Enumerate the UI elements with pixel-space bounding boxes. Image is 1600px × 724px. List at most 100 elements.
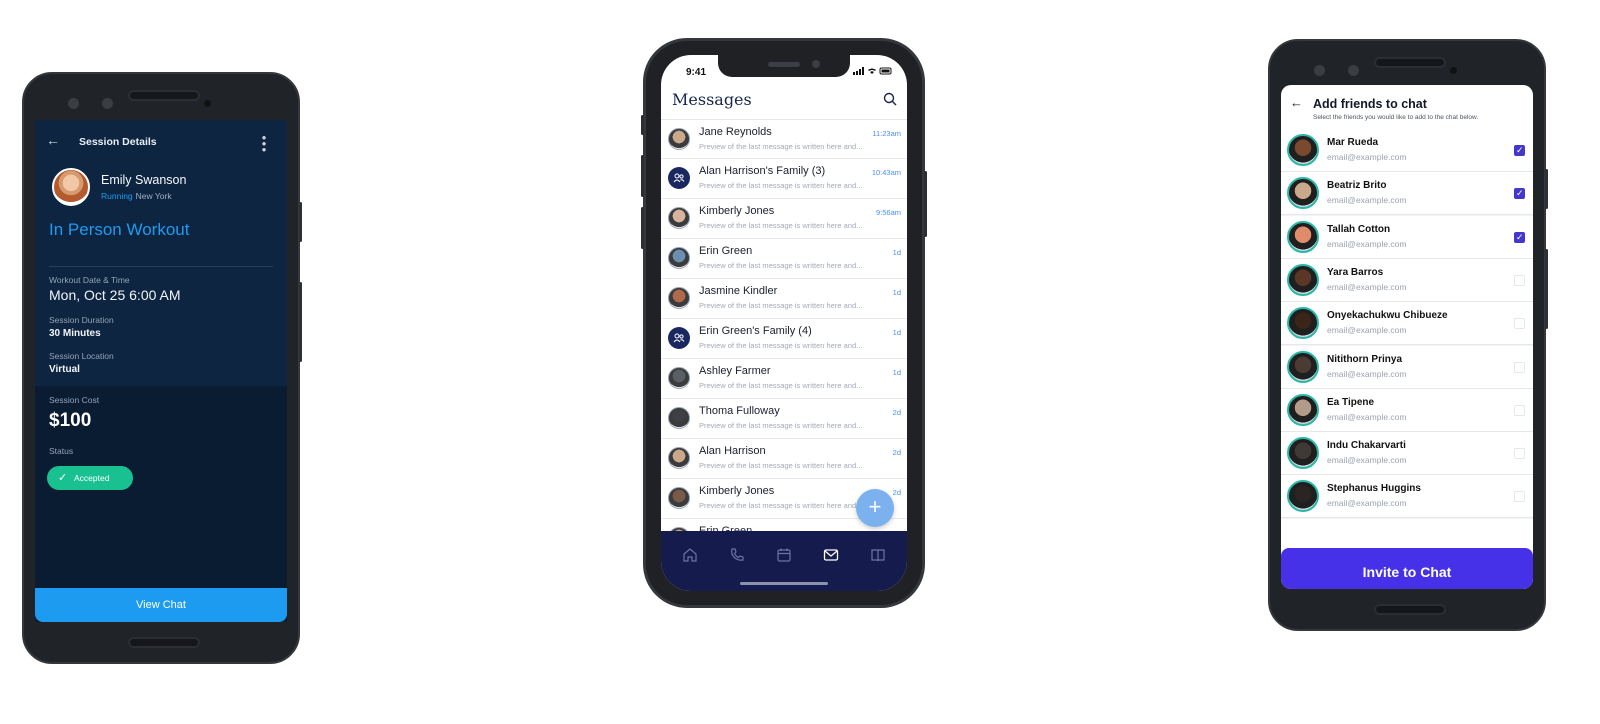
more-options-icon[interactable]: • • • <box>261 131 267 156</box>
friend-row[interactable]: Onyekachukwu Chibueze email@example.com <box>1281 302 1533 346</box>
friend-row[interactable]: Beatriz Brito email@example.com <box>1281 172 1533 216</box>
friend-avatar <box>1287 220 1319 253</box>
divider <box>49 266 273 267</box>
bottom-nav <box>661 531 907 591</box>
conversation-time: 1d <box>892 328 901 337</box>
conversation-name: Alan Harrison <box>699 445 766 457</box>
friend-row[interactable]: Yara Barros email@example.com <box>1281 258 1533 302</box>
friend-checkbox[interactable] <box>1514 231 1525 243</box>
notch-speaker <box>768 62 800 67</box>
friend-row[interactable]: Stephanus Huggins email@example.com <box>1281 475 1533 519</box>
page-title: Add friends to chat <box>1313 97 1427 111</box>
volume-button <box>1545 169 1548 209</box>
friend-email: email@example.com <box>1327 281 1407 292</box>
conversation-preview: Preview of the last message is written h… <box>699 501 863 510</box>
conversation-row[interactable]: Ashley Farmer Preview of the last message… <box>661 359 907 399</box>
conversation-name: Kimberly Jones <box>699 485 775 497</box>
notch <box>718 55 850 77</box>
page-title: Session Details <box>79 136 157 148</box>
friend-avatar <box>1287 393 1319 426</box>
conversation-row[interactable]: Erin Green's Family (4) Preview of the la… <box>661 319 907 359</box>
cost-label: Session Cost <box>49 395 100 405</box>
friend-row[interactable]: Mar Rueda email@example.com <box>1281 129 1533 172</box>
search-icon[interactable] <box>883 92 897 106</box>
status-label: Status <box>49 446 74 456</box>
conversation-row[interactable]: Alan Harrison's Family (3) Preview of the… <box>661 159 907 199</box>
conversation-time: 1d <box>892 288 901 297</box>
status-value: Accepted <box>74 473 110 483</box>
avatar <box>668 128 690 150</box>
add-friends-screen: ← Add friends to chat Select the friends… <box>1281 85 1533 589</box>
friend-checkbox[interactable] <box>1514 448 1525 460</box>
view-chat-button[interactable]: View Chat <box>35 588 287 622</box>
conversation-time: 2d <box>892 408 901 417</box>
conversation-row[interactable]: Jasmine Kindler Preview of the last messa… <box>661 279 907 319</box>
workout-type-heading: In Person Workout <box>49 220 190 239</box>
bottom-speaker <box>1376 606 1444 613</box>
friend-checkbox[interactable] <box>1514 145 1525 156</box>
friend-email: email@example.com <box>1327 368 1407 379</box>
conversation-row[interactable]: Erin Green Preview of the last message is… <box>661 239 907 279</box>
friend-avatar <box>1287 263 1319 296</box>
friend-checkbox[interactable] <box>1514 274 1525 286</box>
friend-checkbox[interactable] <box>1514 361 1525 373</box>
conversation-row[interactable]: Jane Reynolds Preview of the last message… <box>661 119 907 159</box>
status-badge: ✓ Accepted <box>47 466 133 490</box>
friend-email: email@example.com <box>1327 325 1407 336</box>
conversation-row[interactable]: Thoma Fulloway Preview of the last messag… <box>661 399 907 439</box>
conversation-name: Ashley Farmer <box>699 365 771 377</box>
conversation-name: Jasmine Kindler <box>699 285 778 297</box>
session-details-screen: ← Session Details • • • Emily Swanson Runn… <box>35 120 287 622</box>
volume-down-button <box>641 207 644 249</box>
bottom-speaker <box>130 639 198 646</box>
conversation-row[interactable]: Alan Harrison Preview of the last message… <box>661 439 907 479</box>
conversation-row[interactable]: Kimberly Jones Preview of the last messag… <box>661 199 907 239</box>
home-icon[interactable] <box>682 547 698 563</box>
avatar <box>668 407 690 429</box>
friend-checkbox[interactable] <box>1514 188 1525 200</box>
side-button <box>924 171 927 237</box>
friend-email: email@example.com <box>1327 152 1407 162</box>
group-icon <box>673 333 685 343</box>
mute-switch <box>641 115 644 135</box>
front-camera <box>1314 65 1325 76</box>
conversation-preview: Preview of the last message is written h… <box>699 181 863 190</box>
friend-checkbox[interactable] <box>1514 404 1525 416</box>
friend-list: Mar Rueda email@example.com Beatriz Brito e… <box>1281 129 1533 519</box>
avatar <box>668 247 690 269</box>
book-icon[interactable] <box>870 547 886 563</box>
back-arrow-icon[interactable]: ← <box>45 132 61 148</box>
friend-row[interactable]: Tallah Cotton email@example.com <box>1281 215 1533 259</box>
group-avatar <box>668 167 690 189</box>
new-message-button[interactable]: + <box>856 489 894 527</box>
friend-avatar <box>1287 177 1319 210</box>
friend-name: Ea Tipene <box>1327 396 1375 408</box>
conversation-preview: Preview of the last message is written h… <box>699 301 863 310</box>
friend-name: Yara Barros <box>1327 266 1384 278</box>
invite-to-chat-button[interactable]: Invite to Chat <box>1281 548 1533 589</box>
notch-camera <box>812 60 820 68</box>
status-icons <box>853 67 893 77</box>
proximity-sensor <box>1450 67 1457 74</box>
phone-icon[interactable] <box>729 547 745 563</box>
messages-screen: 9:41 Messages Jane Reynolds Preview of th… <box>661 55 907 591</box>
cost-value: $100 <box>49 410 92 431</box>
conversation-name: Kimberly Jones <box>699 205 775 217</box>
power-button <box>1545 249 1548 329</box>
friend-row[interactable]: Nitithorn Prinya email@example.com <box>1281 345 1533 389</box>
conversation-time: 1d <box>892 248 901 257</box>
calendar-icon[interactable] <box>776 547 792 563</box>
friend-row[interactable]: Indu Chakarvarti email@example.com <box>1281 432 1533 476</box>
friend-checkbox[interactable] <box>1514 491 1525 503</box>
avatar <box>668 447 690 469</box>
duration-label: Session Duration <box>49 315 114 325</box>
friend-row[interactable]: Ea Tipene email@example.com <box>1281 388 1533 432</box>
mail-icon[interactable] <box>823 547 839 563</box>
friend-email: email@example.com <box>1327 238 1407 249</box>
avatar <box>668 207 690 229</box>
datetime-value: Mon, Oct 25 6:00 AM <box>49 287 181 303</box>
back-arrow-icon[interactable]: ← <box>1290 95 1303 110</box>
friend-checkbox[interactable] <box>1514 318 1525 330</box>
conversation-list: Jane Reynolds Preview of the last message… <box>661 119 907 531</box>
conversation-name: Erin Green <box>699 245 753 257</box>
